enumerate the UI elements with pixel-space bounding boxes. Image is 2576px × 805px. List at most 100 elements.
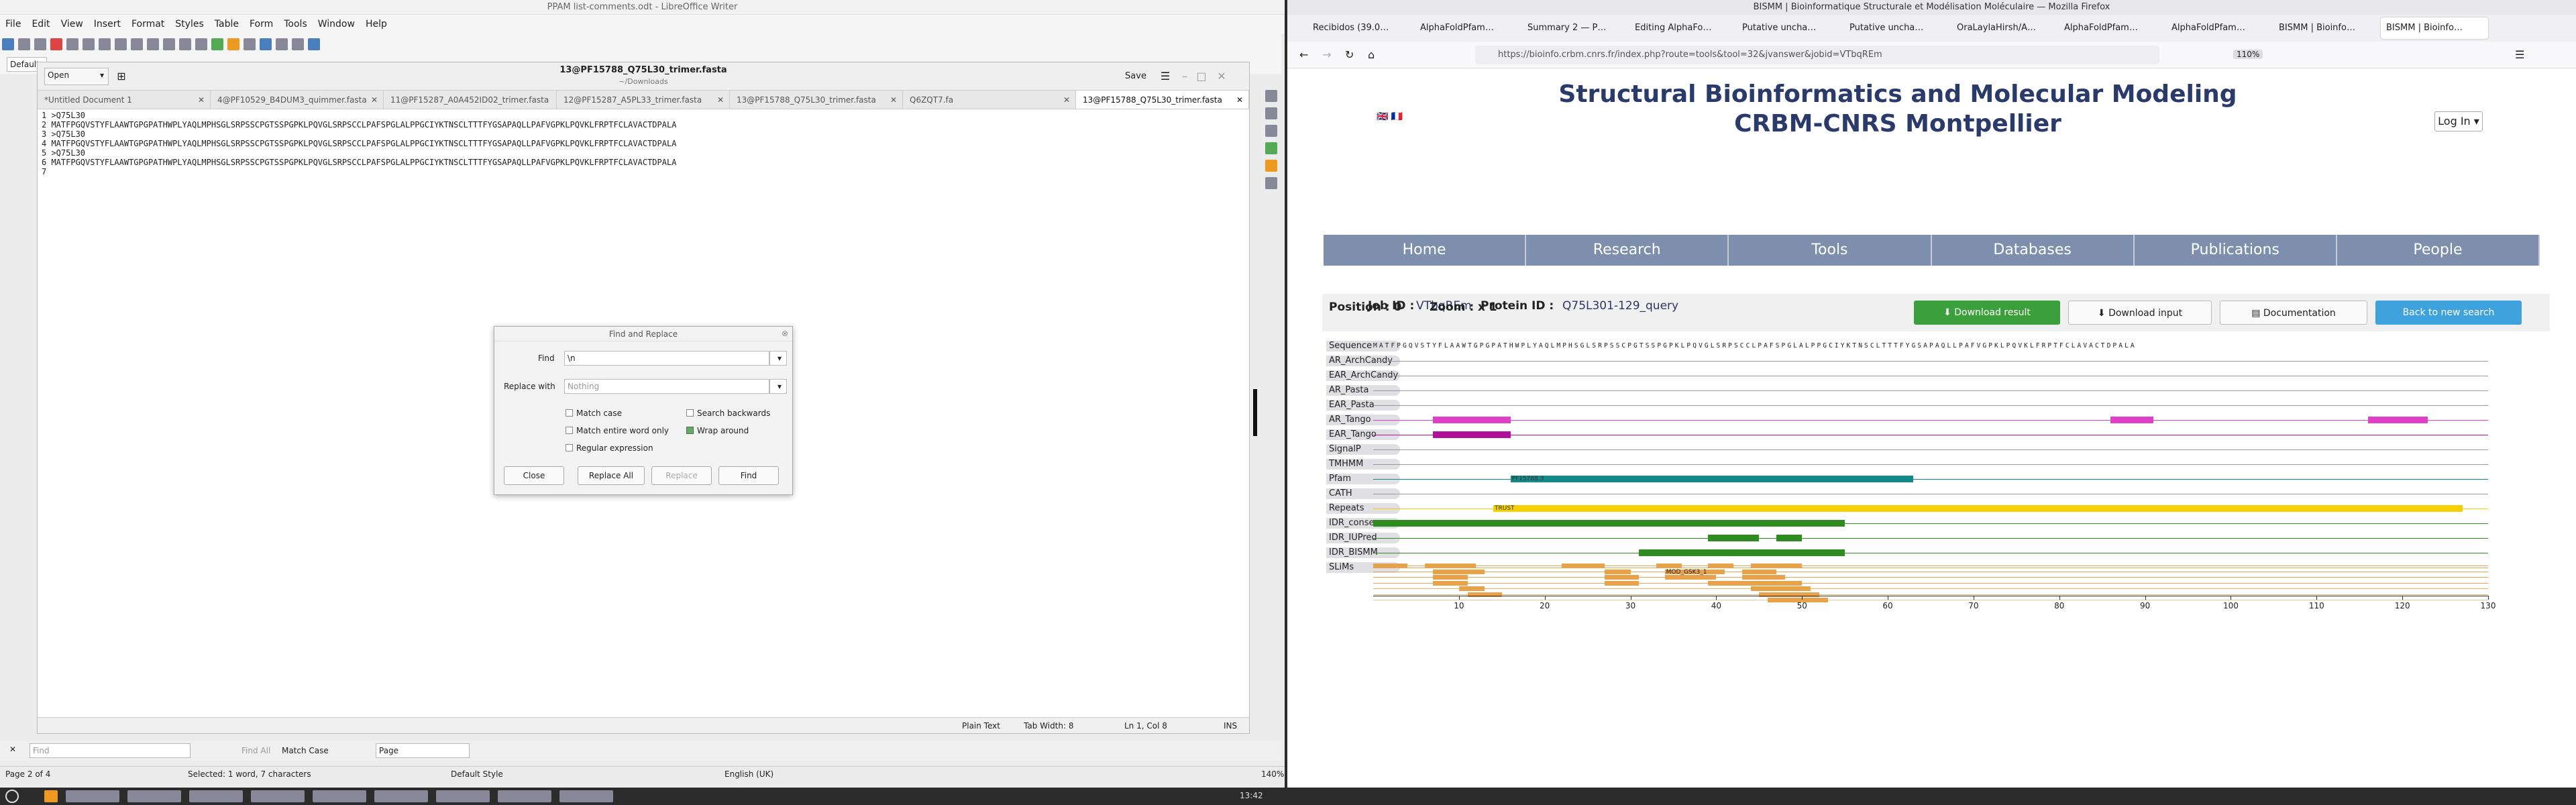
clock[interactable]: 13:42 xyxy=(1240,791,1263,800)
feature-bar[interactable] xyxy=(1639,549,1845,556)
home-icon[interactable]: ⌂ xyxy=(1368,48,1375,61)
taskbar-button[interactable] xyxy=(313,790,366,802)
editor-tab[interactable]: 12@PF15287_A5PL33_trimer.fasta ✕ xyxy=(557,91,730,109)
editor-tab[interactable]: 11@PF15287_A0A452ID02_trimer.fasta✕ xyxy=(384,91,557,109)
zoom-indicator[interactable]: 110% xyxy=(2233,50,2263,59)
comment-icon[interactable] xyxy=(276,38,288,50)
wrap-around-checkbox[interactable]: Wrap around xyxy=(686,426,749,435)
cursor-position[interactable]: Ln 1, Col 8 xyxy=(1124,718,1167,734)
find-toolbar-input[interactable]: Find xyxy=(30,743,191,758)
print-icon[interactable] xyxy=(66,38,78,50)
maximize-icon[interactable]: □ xyxy=(1195,68,1208,85)
feature-bar[interactable]: TRUST xyxy=(1493,505,2463,512)
url-bar[interactable]: https://bioinfo.crbm.cnrs.fr/index.php?r… xyxy=(1475,46,2159,64)
menu-format[interactable]: Format xyxy=(126,15,170,34)
minimize-icon[interactable]: – xyxy=(1178,68,1191,85)
sidebar-splitter[interactable] xyxy=(1253,389,1257,436)
menu-view[interactable]: View xyxy=(56,15,89,34)
hyperlink-icon[interactable] xyxy=(260,38,272,50)
close-tab-icon[interactable]: ✕ xyxy=(198,91,205,109)
spelling-icon[interactable] xyxy=(179,38,191,50)
feature-bar[interactable] xyxy=(1776,535,1803,541)
editor-tab[interactable]: 13@PF15788_Q75L30_trimer.fasta ✕ xyxy=(1076,91,1249,109)
find-button[interactable]: Find xyxy=(718,466,779,485)
firefox-taskbar-icon[interactable] xyxy=(44,790,58,802)
feature-bar[interactable] xyxy=(1433,417,1511,423)
dialog-close-icon[interactable]: ⊗ xyxy=(782,329,788,338)
editor-tab[interactable]: *Untitled Document 1 ✕ xyxy=(38,91,211,109)
undo-icon[interactable] xyxy=(131,38,143,50)
cut-icon[interactable] xyxy=(83,38,95,50)
menu-styles[interactable]: Styles xyxy=(170,15,209,34)
close-tab-icon[interactable]: ✕ xyxy=(1063,91,1070,109)
findbar-page-select[interactable]: Page xyxy=(376,743,470,758)
app-menu-icon[interactable]: ☰ xyxy=(2515,48,2524,61)
browser-tab[interactable]: Putative uncha… xyxy=(1737,17,1844,39)
taskbar-button[interactable] xyxy=(66,790,119,802)
taskbar-button[interactable] xyxy=(189,790,243,802)
open-icon[interactable] xyxy=(18,38,30,50)
browser-tab[interactable]: AlphaFoldPfam… xyxy=(1415,17,1522,39)
replace-dropdown[interactable]: ▾ xyxy=(769,379,787,394)
menu-window[interactable]: Window xyxy=(313,15,360,34)
reload-icon[interactable]: ↻ xyxy=(1345,48,1354,61)
taskbar-button[interactable] xyxy=(127,790,181,802)
language-status[interactable]: English (UK) xyxy=(724,767,773,782)
browser-tab[interactable]: AlphaFoldPfam… xyxy=(2059,17,2166,39)
table-icon[interactable] xyxy=(195,38,207,50)
properties-icon[interactable] xyxy=(1265,90,1277,102)
shapes-icon[interactable] xyxy=(308,38,320,50)
entire-word-checkbox[interactable]: Match entire word only xyxy=(566,426,669,435)
manage-changes-icon[interactable] xyxy=(1265,177,1277,189)
match-case-checkbox[interactable]: Match case xyxy=(566,409,622,418)
feature-bar[interactable] xyxy=(1433,431,1511,438)
browser-tab[interactable]: OraLaylaHirsh/A… xyxy=(1951,17,2059,39)
feature-bar[interactable] xyxy=(1707,535,1760,541)
copy-icon[interactable] xyxy=(99,38,111,50)
close-icon[interactable]: ✕ xyxy=(1215,68,1228,85)
start-menu-icon[interactable] xyxy=(5,790,19,803)
browser-tab[interactable]: AlphaFoldPfam… xyxy=(2166,17,2273,39)
close-button[interactable]: Close xyxy=(504,466,564,485)
taskbar-button[interactable] xyxy=(559,790,613,802)
browser-tab[interactable]: Recibidos (39.0… xyxy=(1307,17,1415,39)
close-tab-icon[interactable]: ✕ xyxy=(717,91,724,109)
search-backwards-checkbox[interactable]: Search backwards xyxy=(686,409,770,418)
feature-bar[interactable] xyxy=(2368,417,2428,423)
find-replace-icon[interactable] xyxy=(163,38,175,50)
language-selector[interactable]: Plain Text xyxy=(962,718,1000,734)
find-all-button[interactable]: Find All xyxy=(241,746,270,755)
menu-icon[interactable]: ☰ xyxy=(1158,68,1173,85)
replace-input[interactable]: Nothing xyxy=(564,379,769,394)
editor-tab[interactable]: 13@PF15788_Q75L30_trimer.fasta ✕ xyxy=(730,91,903,109)
save-icon[interactable] xyxy=(34,38,46,50)
track-changes-icon[interactable] xyxy=(292,38,304,50)
navigator-icon[interactable] xyxy=(1265,142,1277,154)
menu-file[interactable]: File xyxy=(0,15,26,34)
editor-tab[interactable]: 4@PF10529_B4DUM3_quimmer.fasta ✕ xyxy=(211,91,384,109)
findbar-match-case[interactable]: Match Case xyxy=(282,746,329,755)
taskbar-button[interactable] xyxy=(374,790,428,802)
replace-all-button[interactable]: Replace All xyxy=(578,466,645,485)
taskbar-button[interactable] xyxy=(251,790,305,802)
taskbar-button[interactable] xyxy=(436,790,490,802)
editor-tab[interactable]: Q6ZQT7.fa ✕ xyxy=(903,91,1076,109)
tab-width-selector[interactable]: Tab Width: 8 xyxy=(1024,718,1073,734)
browser-tab[interactable]: BISMM | Bioinfo… xyxy=(2273,17,2381,39)
forward-icon[interactable]: → xyxy=(1322,48,1331,61)
close-tab-icon[interactable]: ✕ xyxy=(890,91,897,109)
chart-icon[interactable] xyxy=(227,38,239,50)
zoom-value[interactable]: 140% xyxy=(1261,767,1284,782)
find-dropdown[interactable]: ▾ xyxy=(769,351,787,366)
page-icon[interactable] xyxy=(1265,160,1277,172)
close-tab-icon[interactable]: ✕ xyxy=(371,91,378,109)
export-pdf-icon[interactable] xyxy=(50,38,62,50)
back-icon[interactable]: ← xyxy=(1299,48,1308,61)
menu-tools[interactable]: Tools xyxy=(278,15,313,34)
menu-table[interactable]: Table xyxy=(209,15,244,34)
browser-tab[interactable]: BISMM | Bioinfo… xyxy=(2381,17,2488,39)
browser-tab[interactable]: Putative uncha… xyxy=(1844,17,1951,39)
menu-insert[interactable]: Insert xyxy=(89,15,126,34)
feature-bar[interactable] xyxy=(2110,417,2154,423)
menu-edit[interactable]: Edit xyxy=(26,15,55,34)
